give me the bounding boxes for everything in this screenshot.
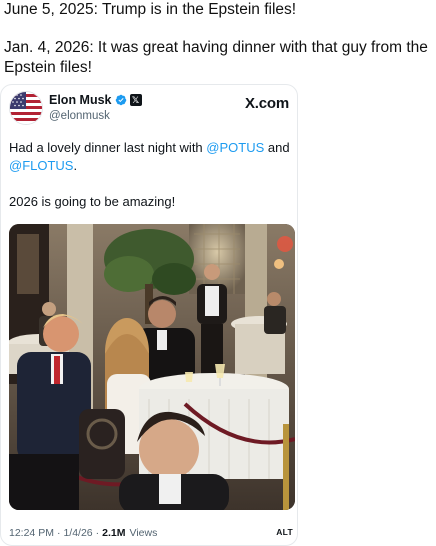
x-com-logo[interactable]: X.com <box>245 95 289 112</box>
avatar[interactable] <box>9 91 43 125</box>
footer-separator: · <box>56 527 61 539</box>
embedded-tweet-card[interactable]: Elon Musk 𝕏 @elonmusk X.com Had a lovely… <box>0 84 298 546</box>
post-text: June 5, 2025: Trump is in the Epstein fi… <box>4 0 432 78</box>
us-flag-avatar-icon <box>10 92 42 124</box>
tweet-text-after: . <box>73 158 78 173</box>
tweet-paragraph-1: Had a lovely dinner last night with @POT… <box>9 139 291 175</box>
mention-flotus-link[interactable]: @FLOTUS <box>9 158 73 173</box>
tweet-header: Elon Musk 𝕏 @elonmusk X.com <box>9 91 291 127</box>
tweet-text-before: Had a lovely dinner last night with <box>9 140 207 155</box>
author-block[interactable]: Elon Musk 𝕏 @elonmusk <box>49 92 142 122</box>
tweet-date[interactable]: 1/4/26 <box>63 527 92 539</box>
x-logo-badge-icon: 𝕏 <box>129 94 142 106</box>
tweet-paragraph-2: 2026 is going to be amazing! <box>9 194 176 209</box>
tweet-text: Had a lovely dinner last night with @POT… <box>9 139 291 211</box>
tweet-text-mid: and <box>264 140 290 155</box>
tweet-time[interactable]: 12:24 PM <box>9 527 54 539</box>
tweet-photo[interactable] <box>9 224 295 510</box>
footer-separator-2: · <box>95 527 100 539</box>
author-name[interactable]: Elon Musk <box>49 93 112 107</box>
alt-text-badge[interactable]: ALT <box>276 527 293 537</box>
tweet-footer: 12:24 PM · 1/4/26 · 2.1M Views <box>9 527 291 539</box>
mention-potus-link[interactable]: @POTUS <box>206 140 264 155</box>
dinner-photo-illustration <box>9 224 295 510</box>
post-line-2: Jan. 4, 2026: It was great having dinner… <box>4 39 428 76</box>
views-label: Views <box>129 527 158 539</box>
author-name-row: Elon Musk 𝕏 <box>49 92 142 108</box>
post-line-1: June 5, 2025: Trump is in the Epstein fi… <box>4 1 297 18</box>
verified-check-icon <box>115 94 126 106</box>
views-count: 2.1M <box>102 527 126 539</box>
author-handle[interactable]: @elonmusk <box>49 110 142 122</box>
